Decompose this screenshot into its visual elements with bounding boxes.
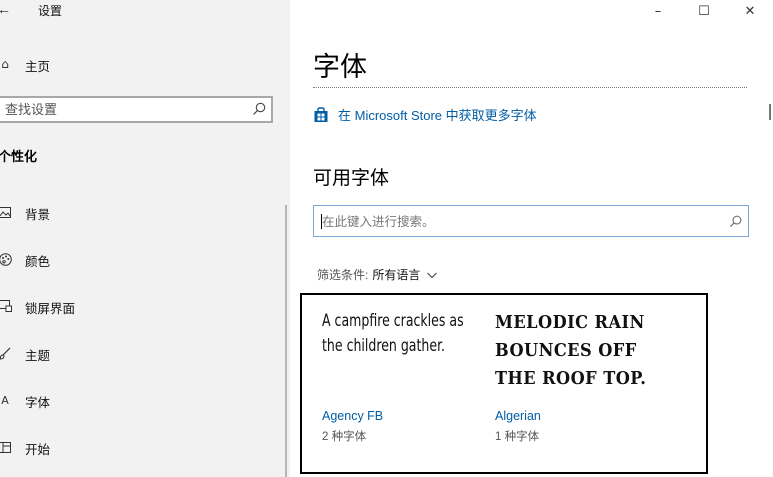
font-name[interactable]: Agency FB — [322, 409, 383, 423]
main-content: – ☐ ✕ 字体 在 Microsoft Store 中获取更多字体 可用字体 … — [290, 0, 773, 477]
search-icon[interactable] — [251, 101, 267, 117]
sidebar: ← 设置 ⌂ 主页 个性化 背景 颜色 锁屏界面 主题 — [0, 0, 290, 477]
sidebar-item-background[interactable]: 背景 — [0, 197, 280, 227]
sidebar-item-start[interactable]: 开始 — [0, 432, 280, 462]
sidebar-item-colors[interactable]: 颜色 — [0, 244, 280, 274]
sidebar-scrollbar[interactable] — [285, 205, 287, 477]
maximize-button[interactable]: ☐ — [681, 0, 727, 22]
font-card-agency-fb[interactable]: A campfire crackles as the children gath… — [322, 309, 492, 459]
available-fonts-heading: 可用字体 — [313, 168, 390, 189]
app-title: 设置 — [38, 4, 63, 18]
filter-label: 筛选条件: — [317, 268, 369, 282]
search-icon[interactable] — [728, 214, 743, 229]
font-face-count: 2 种字体 — [322, 431, 367, 443]
section-header: 个性化 — [0, 149, 38, 164]
minimize-button[interactable]: – — [635, 0, 681, 22]
store-link-label[interactable]: 在 Microsoft Store 中获取更多字体 — [338, 105, 537, 124]
chevron-down-icon[interactable] — [426, 269, 438, 281]
lock-screen-icon — [0, 298, 13, 314]
close-button[interactable]: ✕ — [727, 0, 773, 22]
font-search-box[interactable] — [313, 205, 749, 237]
main-scrollbar[interactable] — [769, 104, 771, 120]
sidebar-item-label: 主题 — [25, 349, 51, 363]
sidebar-item-label: 锁屏界面 — [25, 302, 76, 316]
sidebar-item-label: 主页 — [25, 60, 51, 74]
filter-value[interactable]: 所有语言 — [372, 266, 420, 283]
font-sample-text: Melodic rain bounces off the roof top. — [495, 312, 647, 389]
window-controls: – ☐ ✕ — [635, 0, 773, 22]
sidebar-item-label: 字体 — [25, 396, 51, 410]
font-sample-text: A campfire crackles as the children gath… — [322, 311, 464, 356]
title-divider — [313, 87, 747, 88]
start-icon — [0, 439, 13, 455]
page-title: 字体 — [313, 52, 367, 82]
font-face-count: 1 种字体 — [495, 431, 540, 443]
settings-search-input[interactable] — [5, 100, 245, 119]
sidebar-item-lock-screen[interactable]: 锁屏界面 — [0, 291, 280, 321]
back-arrow-icon[interactable]: ← — [0, 1, 11, 17]
sidebar-item-themes[interactable]: 主题 — [0, 338, 280, 368]
font-card-algerian[interactable]: Melodic rain bounces off the roof top. A… — [495, 309, 665, 459]
store-link[interactable]: 在 Microsoft Store 中获取更多字体 — [313, 105, 537, 124]
store-bag-icon — [314, 106, 328, 122]
sidebar-item-label: 颜色 — [25, 255, 51, 269]
settings-search-box[interactable] — [0, 96, 273, 123]
font-icon: A — [1, 393, 9, 407]
image-icon — [0, 204, 13, 220]
language-filter[interactable]: 筛选条件: 所有语言 — [317, 266, 438, 283]
home-icon: ⌂ — [1, 57, 9, 71]
font-search-input[interactable] — [322, 212, 702, 231]
sidebar-item-label: 开始 — [25, 443, 51, 457]
brush-icon — [0, 345, 13, 361]
palette-icon — [0, 251, 13, 267]
sidebar-item-fonts[interactable]: A 字体 — [0, 385, 280, 415]
font-list: A campfire crackles as the children gath… — [300, 293, 708, 474]
sidebar-item-home[interactable]: ⌂ 主页 — [0, 52, 280, 76]
sidebar-item-label: 背景 — [25, 208, 51, 222]
font-name[interactable]: Algerian — [495, 409, 541, 423]
